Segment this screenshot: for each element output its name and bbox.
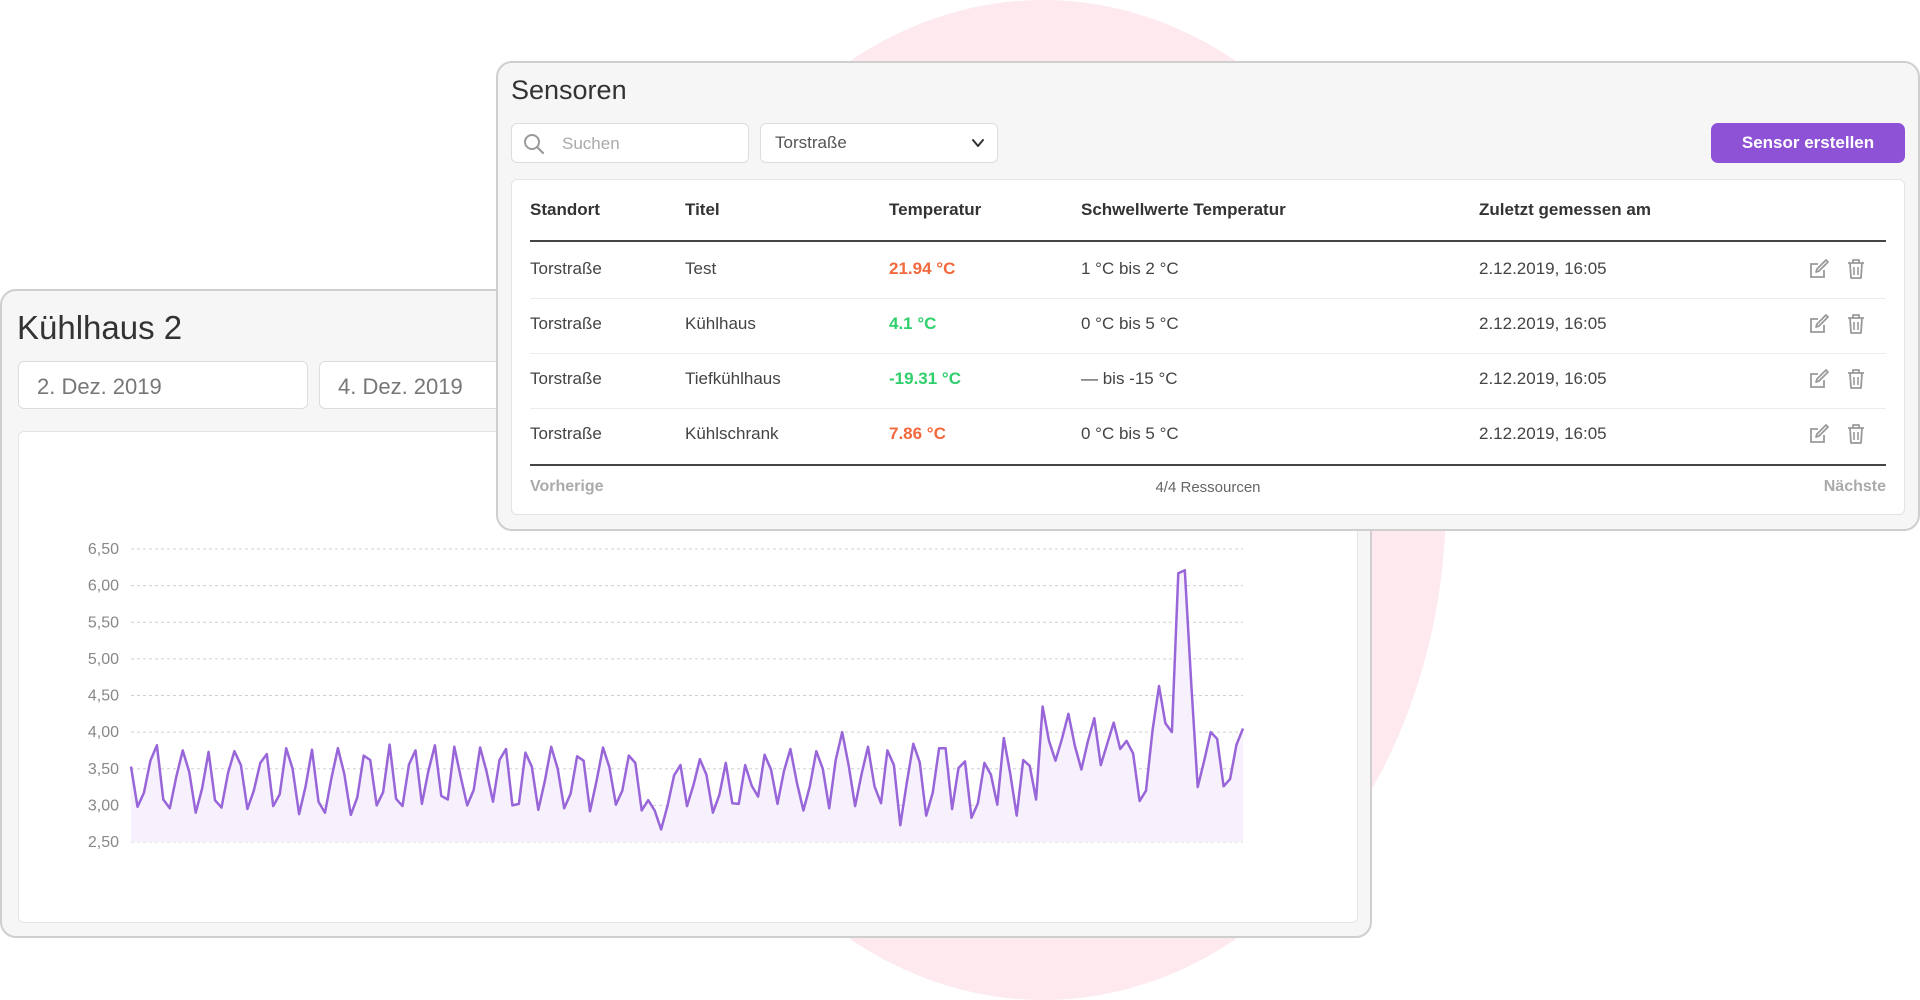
date-from-input[interactable]: 2. Dez. 2019 [18, 361, 308, 409]
y-tick-label: 3,50 [88, 761, 119, 778]
sensor-table: Standort Titel Temperatur Schwellwerte T… [511, 179, 1905, 515]
column-header-temperatur[interactable]: Temperatur [889, 200, 981, 220]
table-footer-divider [530, 464, 1886, 466]
edit-icon[interactable] [1807, 422, 1831, 451]
cell-zuletzt: 2.12.2019, 16:05 [1479, 369, 1607, 388]
cell-schwellwerte: 1 °C bis 2 °C [1081, 259, 1179, 278]
column-header-zuletzt[interactable]: Zuletzt gemessen am [1479, 200, 1651, 220]
cell-standort: Torstraße [530, 259, 602, 278]
cell-schwellwerte: 0 °C bis 5 °C [1081, 314, 1179, 333]
cell-standort: Torstraße [530, 314, 602, 333]
y-tick-label: 3,00 [88, 797, 119, 814]
chevron-down-icon [971, 136, 985, 155]
cell-zuletzt: 2.12.2019, 16:05 [1479, 259, 1607, 278]
header-divider [530, 240, 1886, 242]
column-header-standort[interactable]: Standort [530, 200, 600, 220]
sensoren-card: Sensoren Torstraße Sensor erstellen Stan… [496, 61, 1920, 531]
search-input[interactable] [560, 124, 744, 163]
cell-schwellwerte: — bis -15 °C [1081, 369, 1178, 388]
cell-standort: Torstraße [530, 369, 602, 388]
y-tick-label: 4,50 [88, 688, 119, 705]
cell-titel: Kühlhaus [685, 314, 756, 333]
pagination-count: 4/4 Ressourcen [1155, 479, 1261, 496]
edit-icon[interactable] [1807, 367, 1831, 396]
cell-temperatur: -19.31 °C [889, 369, 962, 388]
edit-icon[interactable] [1807, 257, 1831, 286]
trash-icon[interactable] [1844, 422, 1868, 451]
kuehlhaus-title: Kühlhaus 2 [17, 309, 183, 346]
trash-icon[interactable] [1844, 367, 1868, 396]
sensoren-title: Sensoren [511, 75, 627, 105]
cell-titel: Tiefkühlhaus [685, 369, 781, 388]
table-row[interactable]: Torstraße Kühlschrank 7.86 °C 0 °C bis 5… [530, 408, 1886, 463]
trash-icon[interactable] [1844, 257, 1868, 286]
edit-icon[interactable] [1807, 312, 1831, 341]
cell-standort: Torstraße [530, 424, 602, 443]
pagination-next[interactable]: Nächste [1824, 478, 1886, 496]
column-header-titel[interactable]: Titel [685, 200, 720, 220]
table-row[interactable]: Torstraße Tiefkühlhaus -19.31 °C — bis -… [530, 353, 1886, 409]
table-row[interactable]: Torstraße Test 21.94 °C 1 °C bis 2 °C 2.… [530, 243, 1886, 299]
location-select[interactable]: Torstraße [760, 123, 998, 163]
table-row[interactable]: Torstraße Kühlhaus 4.1 °C 0 °C bis 5 °C … [530, 298, 1886, 354]
cell-temperatur: 7.86 °C [889, 424, 946, 443]
y-tick-label: 4,00 [88, 724, 119, 741]
cell-temperatur: 21.94 °C [889, 259, 956, 278]
trash-icon[interactable] [1844, 312, 1868, 341]
cell-zuletzt: 2.12.2019, 16:05 [1479, 314, 1607, 333]
column-header-schwellwerte[interactable]: Schwellwerte Temperatur [1081, 200, 1286, 220]
create-sensor-button[interactable]: Sensor erstellen [1711, 123, 1905, 163]
y-tick-label: 6,50 [88, 541, 119, 558]
search-box[interactable] [511, 123, 749, 163]
cell-temperatur: 4.1 °C [889, 314, 937, 333]
pagination-previous[interactable]: Vorherige [530, 478, 604, 496]
y-tick-label: 5,50 [88, 614, 119, 631]
cell-schwellwerte: 0 °C bis 5 °C [1081, 424, 1179, 443]
location-select-value: Torstraße [775, 133, 847, 152]
search-icon [522, 132, 546, 161]
y-tick-label: 2,50 [88, 834, 119, 851]
cell-titel: Kühlschrank [685, 424, 779, 443]
cell-titel: Test [685, 259, 717, 278]
cell-zuletzt: 2.12.2019, 16:05 [1479, 424, 1607, 443]
y-tick-label: 6,00 [88, 578, 119, 595]
y-tick-label: 5,00 [88, 651, 119, 668]
